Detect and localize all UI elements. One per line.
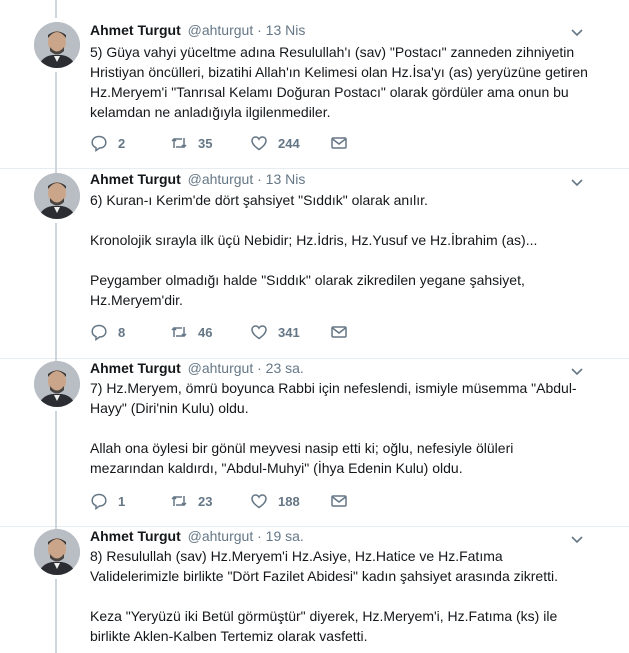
tweet-text: 8) Resulullah (sav) Hz.Meryem'i Hz.Asiye… xyxy=(90,546,590,646)
heart-icon xyxy=(251,325,267,340)
timestamp[interactable]: 13 Nis xyxy=(266,22,306,38)
retweet-icon xyxy=(171,137,187,149)
like-button[interactable]: 341 xyxy=(250,323,330,341)
timestamp[interactable]: 23 sa. xyxy=(266,360,304,376)
tweet-paragraph: Keza "Yeryüzü iki Betül görmüştür" diyer… xyxy=(90,608,558,644)
envelope-icon xyxy=(331,495,347,507)
thread-connector xyxy=(55,411,57,526)
author-name[interactable]: Ahmet Turgut xyxy=(90,528,181,544)
reply-button[interactable]: 2 xyxy=(90,134,170,152)
direct-message-button[interactable] xyxy=(330,323,358,341)
avatar[interactable] xyxy=(34,173,80,219)
direct-message-button[interactable] xyxy=(330,134,358,152)
direct-message-button[interactable] xyxy=(330,492,358,510)
avatar[interactable] xyxy=(34,22,80,68)
avatar[interactable] xyxy=(34,529,80,575)
retweet-count: 35 xyxy=(198,135,213,151)
chevron-down-icon[interactable] xyxy=(569,24,585,40)
author-name[interactable]: Ahmet Turgut xyxy=(90,171,181,187)
tweet-actions: 1 23 188 xyxy=(90,491,358,511)
retweet-count: 23 xyxy=(198,493,213,509)
tweet-paragraph: Peygamber olmadığı halde "Sıddık" olarak… xyxy=(90,272,525,308)
like-count: 188 xyxy=(278,493,300,509)
reply-icon xyxy=(91,135,107,152)
chevron-down-icon[interactable] xyxy=(569,174,585,190)
retweet-icon xyxy=(171,326,187,338)
author-handle[interactable]: @ahturgut xyxy=(188,171,254,187)
author-handle[interactable]: @ahturgut xyxy=(188,360,254,376)
heart-icon xyxy=(251,494,267,509)
separator-dot: · xyxy=(257,528,262,544)
tweet-paragraph: 5) Güya vahyi yüceltme adına Resulullah'… xyxy=(90,44,588,120)
separator-dot: · xyxy=(257,171,262,187)
thread-connector xyxy=(55,579,57,653)
reply-count: 8 xyxy=(118,324,126,340)
envelope-icon xyxy=(331,326,347,338)
heart-icon xyxy=(251,136,267,151)
thread-connector xyxy=(55,0,57,18)
tweet-actions: 8 46 341 xyxy=(90,322,358,342)
avatar[interactable] xyxy=(34,361,80,407)
tweet-6[interactable]: Ahmet Turgut @ahturgut · 13 Nis 6) Kuran… xyxy=(0,168,629,359)
reply-icon xyxy=(91,493,107,510)
reply-count: 1 xyxy=(118,493,126,509)
separator-dot: · xyxy=(257,360,262,376)
retweet-button[interactable]: 46 xyxy=(170,323,250,341)
tweet-paragraph: Kronolojik sırayla ilk üçü Nebidir; Hz.İ… xyxy=(90,232,538,248)
thread-connector xyxy=(55,223,57,358)
chevron-down-icon[interactable] xyxy=(569,531,585,547)
tweet-8[interactable]: Ahmet Turgut @ahturgut · 19 sa. 8) Resul… xyxy=(0,526,629,653)
retweet-icon xyxy=(171,495,187,507)
reply-count: 2 xyxy=(118,135,126,151)
tweet-header: Ahmet Turgut @ahturgut · 23 sa. xyxy=(90,360,304,378)
tweet-5[interactable]: Ahmet Turgut @ahturgut · 13 Nis 5) Güya … xyxy=(0,0,629,169)
retweet-button[interactable]: 23 xyxy=(170,492,250,510)
reply-button[interactable]: 1 xyxy=(90,492,170,510)
tweet-text: 6) Kuran-ı Kerim'de dört şahsiyet "Sıddı… xyxy=(90,190,590,310)
author-handle[interactable]: @ahturgut xyxy=(188,528,254,544)
envelope-icon xyxy=(331,137,347,149)
tweet-paragraph: 8) Resulullah (sav) Hz.Meryem'i Hz.Asiye… xyxy=(90,548,558,584)
timestamp[interactable]: 19 sa. xyxy=(266,528,304,544)
tweet-text: 5) Güya vahyi yüceltme adına Resulullah'… xyxy=(90,42,590,122)
tweet-header: Ahmet Turgut @ahturgut · 13 Nis xyxy=(90,171,305,189)
like-count: 341 xyxy=(278,324,300,340)
author-name[interactable]: Ahmet Turgut xyxy=(90,22,181,38)
tweet-actions: 2 35 244 xyxy=(90,133,358,153)
retweet-button[interactable]: 35 xyxy=(170,134,250,152)
tweet-paragraph: Allah ona öylesi bir gönül meyvesi nasip… xyxy=(90,440,514,476)
tweet-header: Ahmet Turgut @ahturgut · 13 Nis xyxy=(90,22,305,40)
tweet-thread: Ahmet Turgut @ahturgut · 13 Nis 5) Güya … xyxy=(0,0,629,653)
tweet-7[interactable]: Ahmet Turgut @ahturgut · 23 sa. 7) Hz.Me… xyxy=(0,358,629,527)
like-button[interactable]: 188 xyxy=(250,492,330,510)
like-button[interactable]: 244 xyxy=(250,134,330,152)
tweet-text: 7) Hz.Meryem, ömrü boyunca Rabbi için ne… xyxy=(90,378,590,478)
tweet-paragraph: 6) Kuran-ı Kerim'de dört şahsiyet "Sıddı… xyxy=(90,192,428,208)
thread-connector xyxy=(55,72,57,168)
reply-icon xyxy=(91,324,107,341)
author-name[interactable]: Ahmet Turgut xyxy=(90,360,181,376)
reply-button[interactable]: 8 xyxy=(90,323,170,341)
tweet-paragraph: 7) Hz.Meryem, ömrü boyunca Rabbi için ne… xyxy=(90,380,577,416)
author-handle[interactable]: @ahturgut xyxy=(188,22,254,38)
chevron-down-icon[interactable] xyxy=(569,363,585,379)
retweet-count: 46 xyxy=(198,324,213,340)
timestamp[interactable]: 13 Nis xyxy=(266,171,306,187)
like-count: 244 xyxy=(278,135,300,151)
tweet-header: Ahmet Turgut @ahturgut · 19 sa. xyxy=(90,528,304,546)
separator-dot: · xyxy=(257,22,262,38)
